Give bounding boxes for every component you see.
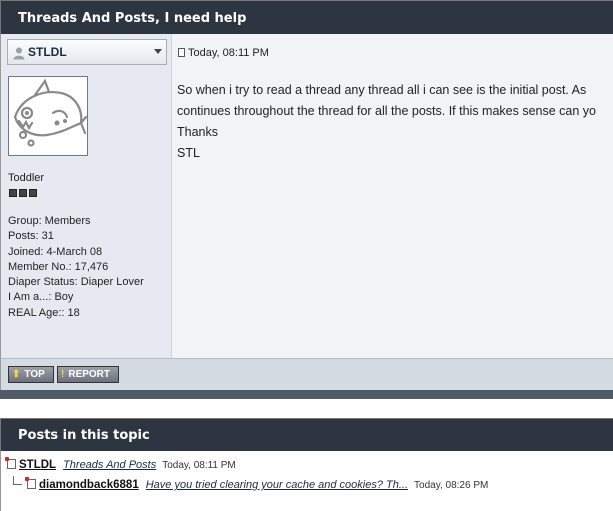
- rank-pips: [9, 187, 39, 200]
- top-button-label: TOP: [24, 369, 45, 380]
- chevron-down-icon: [154, 49, 162, 54]
- top-button[interactable]: ⬆ TOP: [8, 366, 54, 383]
- member-info: Group: Members Posts: 31 Joined: 4-March…: [8, 214, 144, 321]
- post-line: So when i try to read a thread any threa…: [177, 83, 587, 97]
- post-line: continues throughout the thread for all …: [177, 104, 596, 118]
- member-posts: Posts: 31: [8, 230, 54, 243]
- author-sidebar: STLDL Toddler Group: Members Posts: 31 J…: [0, 34, 171, 358]
- avatar-fish-image: [13, 78, 88, 147]
- member-rank: Toddler: [8, 172, 45, 184]
- member-i-am: I Am a...: Boy: [8, 291, 74, 304]
- report-button-label: REPORT: [68, 369, 111, 380]
- post-title: Threads And Posts, I need help: [18, 11, 247, 26]
- post-footer-bar: ⬆ TOP ! REPORT: [0, 358, 613, 390]
- post-date-bar: Today, 08:11 PM: [178, 47, 269, 59]
- author-name: STLDL: [28, 45, 67, 59]
- post-content: So when i try to read a thread any threa…: [177, 80, 613, 164]
- post-line: Thanks: [177, 125, 218, 139]
- avatar: [8, 76, 88, 156]
- rank-pip: [19, 189, 27, 197]
- report-button[interactable]: ! REPORT: [57, 366, 119, 383]
- document-icon: [178, 48, 185, 57]
- topic-post-title[interactable]: Have you tried clearing your cache and c…: [146, 479, 408, 491]
- rank-pip: [9, 189, 17, 197]
- member-group: Group: Members: [8, 215, 91, 227]
- topic-post-date: Today, 08:26 PM: [414, 480, 489, 491]
- member-number: Member No.: 17,476: [8, 260, 109, 273]
- topic-posts-title-bar: Posts in this topic: [0, 418, 613, 451]
- topic-post-user[interactable]: diamondback6881: [39, 479, 139, 491]
- post-body: Today, 08:11 PM So when i try to read a …: [171, 34, 613, 358]
- member-joined: Joined: 4-March 08: [8, 245, 103, 258]
- tree-connector: [13, 476, 22, 485]
- post-date: Today, 08:11 PM: [188, 47, 269, 59]
- topic-post-date: Today, 08:11 PM: [162, 460, 236, 471]
- new-post-icon: [25, 477, 36, 489]
- list-item: diamondback6881 Have you tried clearing y…: [13, 476, 488, 491]
- post-line: STL: [177, 146, 200, 160]
- topic-posts-title: Posts in this topic: [18, 428, 150, 443]
- member-real-age: REAL Age:: 18: [8, 306, 80, 319]
- section-divider: [0, 390, 613, 399]
- member-diaper-status: Diaper Status: Diaper Lover: [8, 276, 144, 289]
- list-item: STLDL Threads And Posts Today, 08:11 PM: [5, 457, 236, 471]
- topic-post-list: STLDL Threads And Posts Today, 08:11 PM di…: [0, 451, 613, 511]
- exclamation-icon: !: [61, 369, 65, 380]
- user-icon: [13, 47, 25, 60]
- post-container: STLDL Toddler Group: Members Posts: 31 J…: [0, 34, 613, 390]
- topic-post-user[interactable]: STLDL: [19, 459, 56, 471]
- new-post-icon: [5, 457, 16, 469]
- rank-pip: [29, 189, 37, 197]
- topic-post-title[interactable]: Threads And Posts: [63, 459, 156, 471]
- author-menu-button[interactable]: STLDL: [7, 39, 167, 65]
- arrow-up-icon: ⬆: [12, 369, 21, 380]
- post-title-bar: Threads And Posts, I need help: [0, 0, 613, 34]
